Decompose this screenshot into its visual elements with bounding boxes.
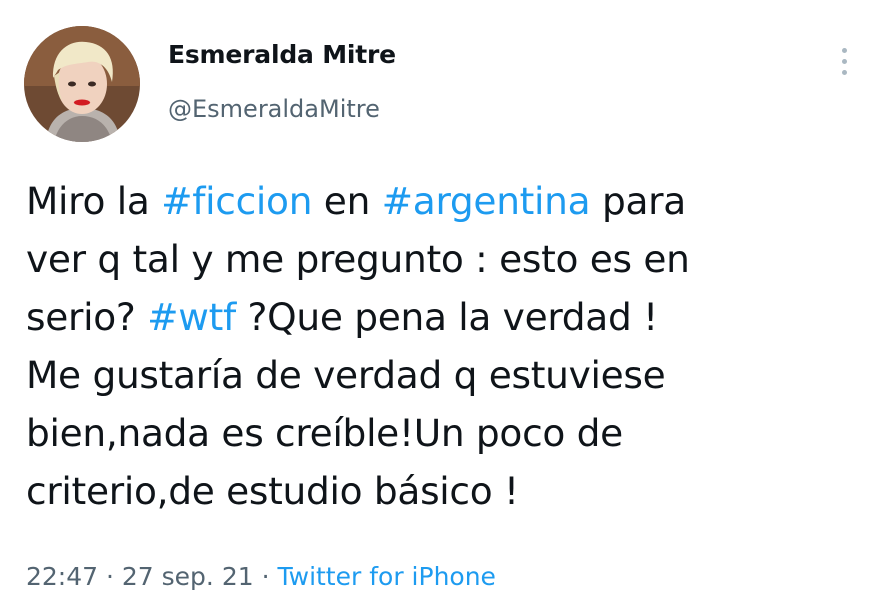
tweet-meta: 22:47 · 27 sep. 21 · Twitter for iPhone (26, 562, 496, 591)
more-dot (842, 59, 847, 64)
hashtag-argentina[interactable]: #argentina (382, 179, 591, 223)
tweet-line: Me gustaría de verdad q estuviese (26, 346, 856, 404)
tweet-line: criterio,de estudio básico ! (26, 462, 856, 520)
more-dot (842, 70, 847, 75)
tweet-text-segment: serio? (26, 295, 148, 339)
tweet-text-segment: en (312, 179, 382, 223)
meta-separator: · (253, 562, 278, 591)
more-dot (842, 48, 847, 53)
tweet-line: serio? #wtf ?Que pena la verdad ! (26, 288, 856, 346)
tweet-text-segment: Me gustaría de verdad q estuviese (26, 353, 666, 397)
tweet-line: ver q tal y me pregunto : esto es en (26, 230, 856, 288)
hashtag-wtf[interactable]: #wtf (147, 295, 236, 339)
tweet-text-segment: bien,nada es creíble!Un poco de (26, 411, 623, 455)
tweet-line: bien,nada es creíble!Un poco de (26, 404, 856, 462)
tweet-time[interactable]: 22:47 (26, 562, 98, 591)
tweet-text-segment: para (590, 179, 686, 223)
tweet-date[interactable]: 27 sep. 21 (122, 562, 254, 591)
author-display-name[interactable]: Esmeralda Mitre (168, 40, 396, 69)
profile-photo-icon (24, 26, 140, 142)
meta-separator: · (98, 562, 122, 591)
tweet-text-segment: Miro la (26, 179, 162, 223)
tweet-text-segment: criterio,de estudio básico ! (26, 469, 519, 513)
author-handle[interactable]: @EsmeraldaMitre (168, 95, 380, 123)
avatar[interactable] (24, 26, 140, 142)
tweet-source-link[interactable]: Twitter for iPhone (277, 562, 495, 591)
tweet-card: Esmeralda Mitre @EsmeraldaMitre Miro la … (0, 0, 887, 616)
hashtag-ficcion[interactable]: #ficcion (161, 179, 312, 223)
tweet-line: Miro la #ficcion en #argentina para (26, 172, 856, 230)
tweet-text-segment: ?Que pena la verdad ! (235, 295, 659, 339)
tweet-text: Miro la #ficcion en #argentina para ver … (26, 172, 856, 520)
tweet-text-segment: ver q tal y me pregunto : esto es en (26, 237, 690, 281)
more-vertical-icon[interactable] (830, 42, 860, 82)
